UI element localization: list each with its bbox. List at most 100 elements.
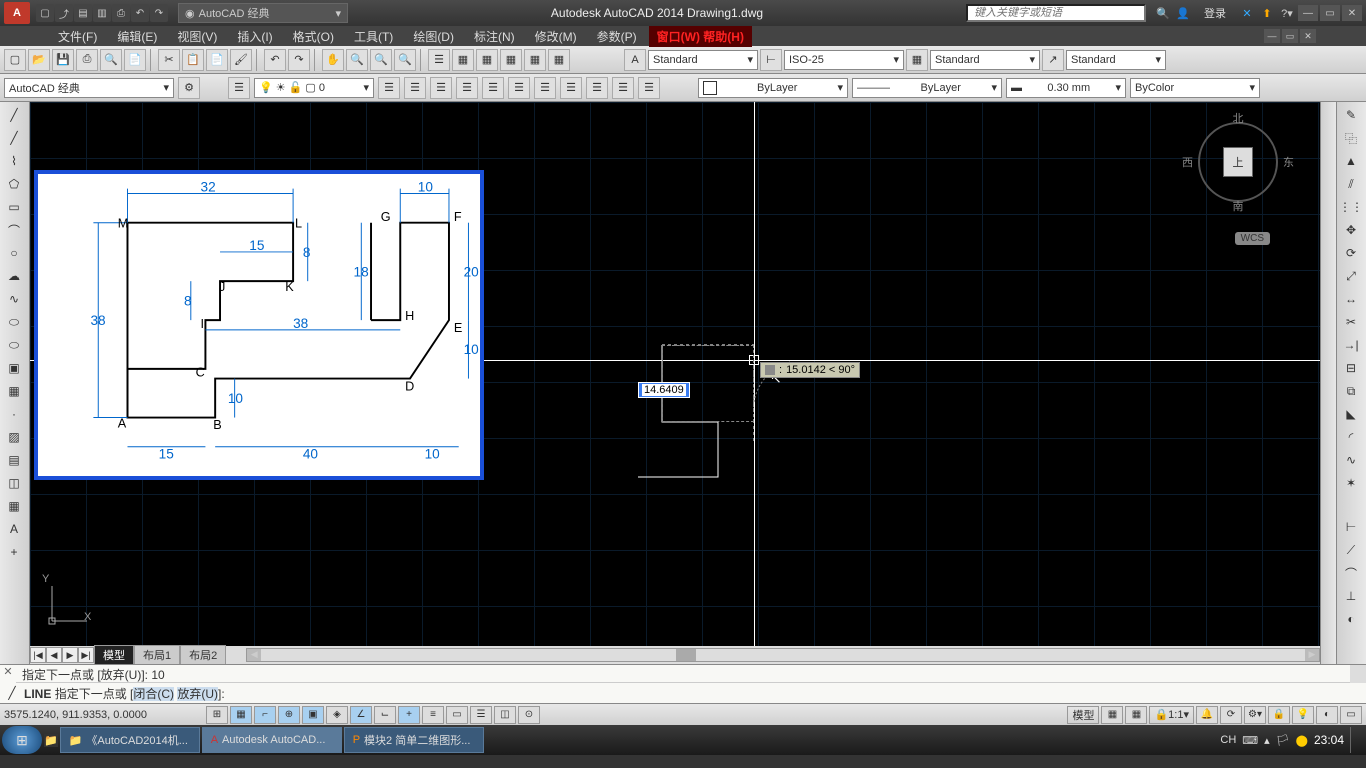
tab-first[interactable]: |◀ (30, 647, 46, 663)
tab-model[interactable]: 模型 (94, 645, 134, 664)
color-dropdown[interactable]: ByLayer▾ (698, 78, 848, 98)
region-tool[interactable]: ◫ (2, 472, 26, 494)
save-btn[interactable]: 💾 (52, 49, 74, 71)
vertical-scrollbar[interactable] (1320, 102, 1336, 664)
ssm-btn[interactable]: ▦ (500, 49, 522, 71)
menu-insert[interactable]: 插入(I) (229, 26, 280, 47)
layer-prev-btn[interactable]: ☰ (404, 77, 426, 99)
menu-parametric[interactable]: 参数(P) (589, 26, 645, 47)
annoscale[interactable]: 🔒 1:1▾ (1149, 706, 1194, 724)
join-tool[interactable]: ⧉ (1339, 380, 1363, 402)
fillet-tool[interactable]: ◜ (1339, 426, 1363, 448)
task-ppt[interactable]: P 模块2 简单二维图形... (344, 727, 484, 753)
stretch-tool[interactable]: ↔ (1339, 288, 1363, 310)
qp-toggle[interactable]: ☰ (470, 706, 492, 724)
lwt-toggle[interactable]: ≡ (422, 706, 444, 724)
addselected-tool[interactable]: + (2, 541, 26, 563)
match-btn[interactable]: 🖌 (230, 49, 252, 71)
cmd-option-close[interactable]: 闭合(C) (133, 687, 174, 701)
tablestyle-icon[interactable]: ▦ (906, 49, 928, 71)
viewcube-west[interactable]: 西 (1182, 154, 1193, 170)
mleader-icon[interactable]: ↗ (1042, 49, 1064, 71)
app-logo[interactable]: A (4, 2, 30, 24)
tp-btn[interactable]: ▦ (476, 49, 498, 71)
viewcube-east[interactable]: 东 (1283, 154, 1294, 170)
cmd-scrollbar[interactable] (1350, 665, 1366, 683)
maximize-button[interactable]: ▭ (1320, 5, 1340, 21)
undo-icon[interactable]: ↶ (131, 4, 149, 22)
layer-del-btn[interactable]: ☰ (638, 77, 660, 99)
mirror-tool[interactable]: ▲ (1339, 150, 1363, 172)
menu-tools[interactable]: 工具(T) (346, 26, 401, 47)
pan-btn[interactable]: ✋ (322, 49, 344, 71)
sc-toggle[interactable]: ◫ (494, 706, 516, 724)
quickview-layouts[interactable]: ▦ (1101, 706, 1123, 724)
linetype-dropdown[interactable]: ———ByLayer▾ (852, 78, 1002, 98)
layer-dropdown[interactable]: 💡 ☀ 🔓 ▢ 0▾ (254, 78, 374, 98)
table-tool[interactable]: ▦ (2, 495, 26, 517)
osnap-toggle[interactable]: ▣ (302, 706, 324, 724)
circle-tool[interactable]: ○ (2, 242, 26, 264)
tray-expand-icon[interactable]: ▴ (1264, 734, 1270, 747)
login-button[interactable]: 登录 (1200, 5, 1230, 21)
layer-iso-btn[interactable]: ☰ (378, 77, 400, 99)
redo-icon[interactable]: ↷ (150, 4, 168, 22)
viewcube[interactable]: 北 南 西 东 上 (1188, 112, 1288, 212)
zoom-btn[interactable]: 🔍 (346, 49, 368, 71)
viewcube-south[interactable]: 南 (1233, 198, 1244, 214)
polygon-tool[interactable]: ⬠ (2, 173, 26, 195)
ws-switch[interactable]: ⚙▾ (1244, 706, 1266, 724)
otrack-toggle[interactable]: ∠ (350, 706, 372, 724)
3dosnap-toggle[interactable]: ◈ (326, 706, 348, 724)
zoomprev-btn[interactable]: 🔍 (370, 49, 392, 71)
layer-filter-btn[interactable]: ☰ (482, 77, 504, 99)
menu-format[interactable]: 格式(O) (285, 26, 342, 47)
am-toggle[interactable]: ⊙ (518, 706, 540, 724)
ellipse-tool[interactable]: ⬭ (2, 311, 26, 333)
menu-modify[interactable]: 修改(M) (527, 26, 585, 47)
lineweight-dropdown[interactable]: ▬0.30 mm▾ (1006, 78, 1126, 98)
task-explorer[interactable]: 📁 《AutoCAD2014机... (60, 727, 200, 753)
dyn-toggle[interactable]: + (398, 706, 420, 724)
menu-window-help[interactable]: 窗口(W) 帮助(H) (649, 26, 752, 47)
pinned-explorer[interactable]: 📁 (44, 734, 58, 747)
saveas-icon[interactable]: ▥ (93, 4, 111, 22)
tab-prev[interactable]: ◀ (46, 647, 62, 663)
point-tool[interactable]: · (2, 403, 26, 425)
layer-props-btn[interactable]: ☰ (228, 77, 250, 99)
mtext-tool[interactable]: A (2, 518, 26, 540)
tab-layout1[interactable]: 布局1 (134, 645, 180, 664)
blend-tool[interactable]: ∿ (1339, 449, 1363, 471)
search-input[interactable] (966, 4, 1146, 22)
clock[interactable]: 23:04 (1314, 733, 1344, 747)
lang-indicator[interactable]: CH (1220, 734, 1236, 746)
viewcube-north[interactable]: 北 (1233, 110, 1244, 126)
pline-tool[interactable]: ⌇ (2, 150, 26, 172)
ortho-toggle[interactable]: ⌐ (254, 706, 276, 724)
menu-file[interactable]: 文件(F) (50, 26, 105, 47)
layer-tools-btn[interactable]: ☰ (612, 77, 634, 99)
zoomwin-btn[interactable]: 🔍 (394, 49, 416, 71)
xline-tool[interactable]: ╱ (2, 127, 26, 149)
doc-minimize[interactable]: — (1264, 29, 1280, 43)
help-icon[interactable]: ?▾ (1278, 4, 1296, 22)
block-tool[interactable]: ▦ (2, 380, 26, 402)
move-tool[interactable]: ✥ (1339, 219, 1363, 241)
menu-dimension[interactable]: 标注(N) (466, 26, 523, 47)
array-tool[interactable]: ⋮⋮ (1339, 196, 1363, 218)
rotate-tool[interactable]: ⟳ (1339, 242, 1363, 264)
save-icon[interactable]: ▤ (74, 4, 92, 22)
erase-tool[interactable]: ✎ (1339, 104, 1363, 126)
layer-lock-btn[interactable]: ☰ (534, 77, 556, 99)
toolbar-lock[interactable]: 🔒 (1268, 706, 1290, 724)
modelspace-button[interactable]: 模型 (1067, 706, 1099, 724)
hardware-accel[interactable]: 💡 (1292, 706, 1314, 724)
quickview-drawings[interactable]: ▦ (1125, 706, 1147, 724)
new-icon[interactable]: ▢ (36, 4, 54, 22)
undo-btn[interactable]: ↶ (264, 49, 286, 71)
grid-toggle[interactable]: ▦ (230, 706, 252, 724)
dimlin-tool[interactable]: ⊢ (1339, 516, 1363, 538)
open-btn[interactable]: 📂 (28, 49, 50, 71)
exchange-icon[interactable]: ✕ (1238, 4, 1256, 22)
workspace-dropdown[interactable]: ◉AutoCAD 经典▾ (178, 3, 348, 23)
